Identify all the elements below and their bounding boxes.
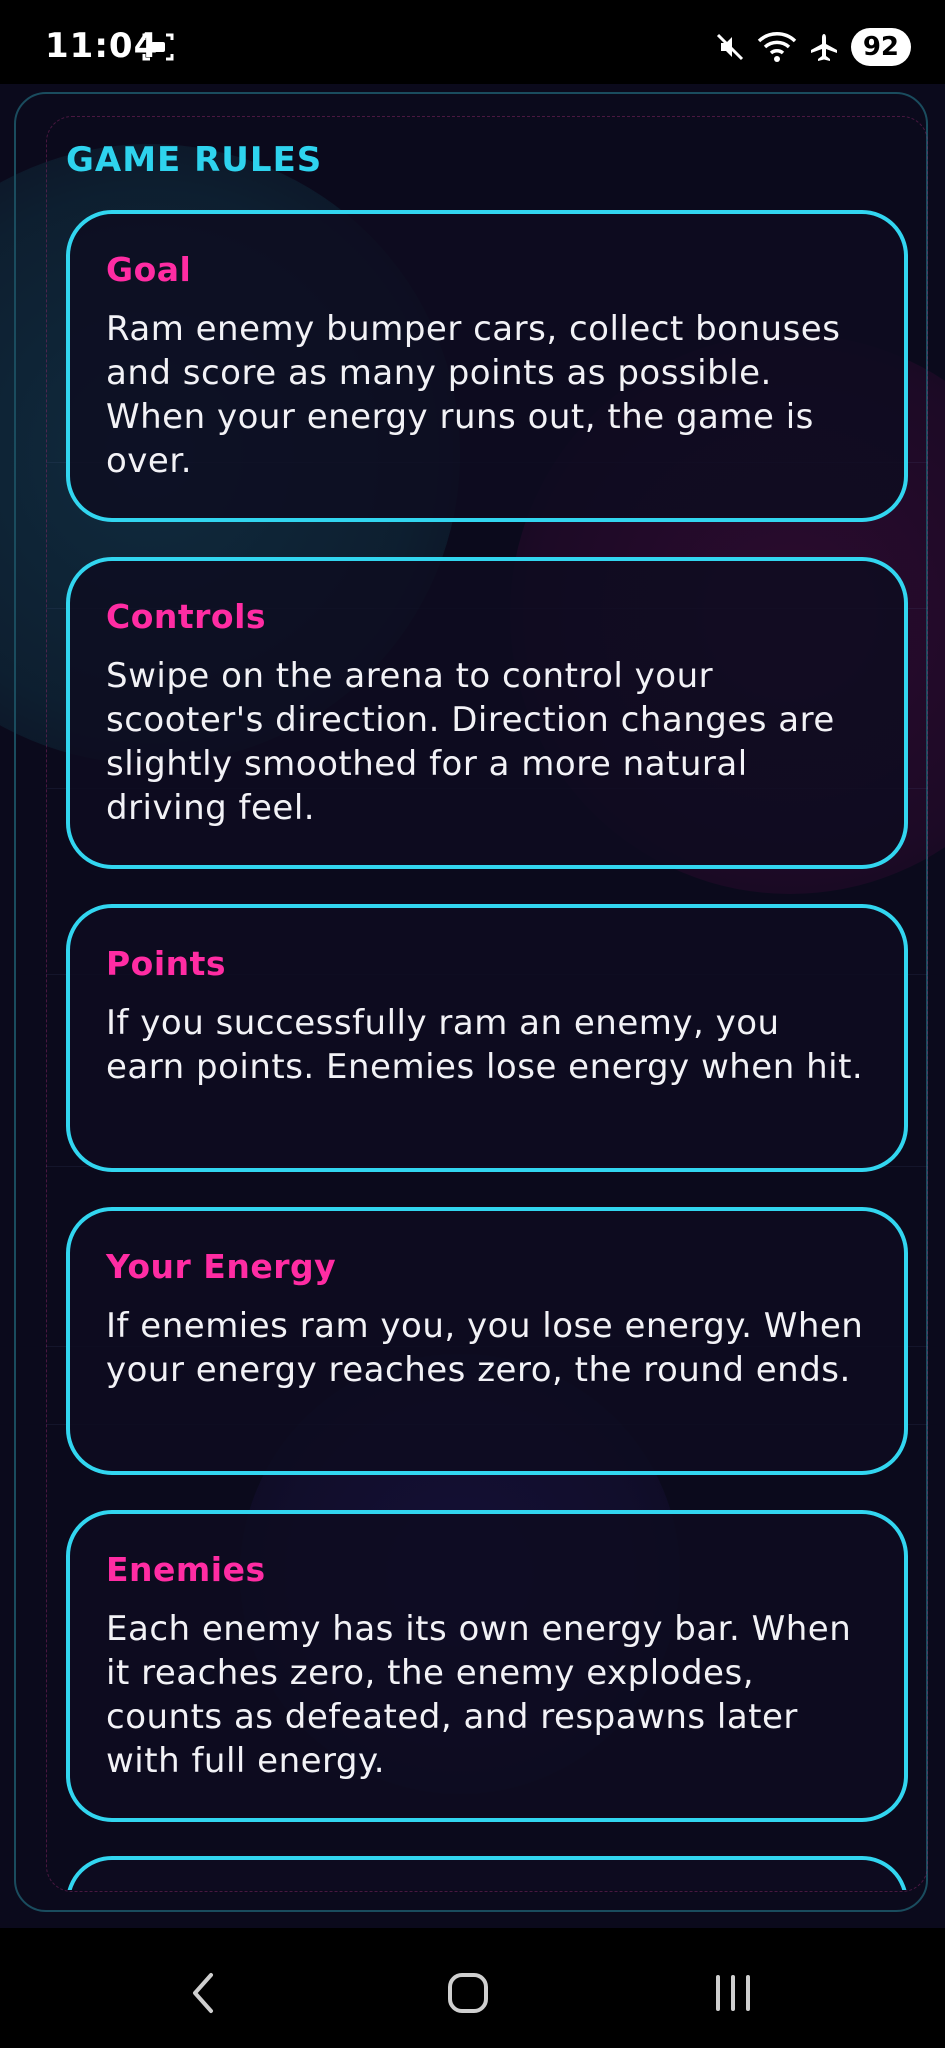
- rule-card-text: Each enemy has its own energy bar. When …: [106, 1609, 852, 1781]
- rule-card-text: If enemies ram you, you lose energy. Whe…: [106, 1306, 864, 1390]
- navigation-bar: [0, 1928, 945, 2048]
- status-bar: 11:04 92: [0, 0, 945, 84]
- rule-card-controls: Controls Swipe on the arena to control y…: [66, 557, 908, 869]
- recents-icon[interactable]: [703, 1963, 763, 2023]
- game-rules-screen: GAME RULES Goal Ram enemy bumper cars, c…: [0, 84, 945, 1928]
- rule-card-goal: Goal Ram enemy bumper cars, collect bonu…: [66, 210, 908, 522]
- rule-card-text: Ram enemy bumper cars, collect bonuses a…: [106, 309, 841, 481]
- rules-scroll-area[interactable]: Goal Ram enemy bumper cars, collect bonu…: [16, 94, 945, 1890]
- rules-panel: GAME RULES Goal Ram enemy bumper cars, c…: [14, 92, 928, 1912]
- screenshot-icon: [142, 33, 174, 61]
- rule-card-title: Enemies: [106, 1550, 266, 1589]
- rule-card-title: Your Energy: [106, 1247, 337, 1286]
- wifi-icon: [757, 32, 797, 62]
- rule-card-title: Controls: [106, 597, 267, 636]
- mute-icon: [716, 33, 743, 61]
- rule-card-points: Points If you successfully ram an enemy,…: [66, 904, 908, 1172]
- home-icon[interactable]: [438, 1963, 498, 2023]
- rule-card-text: Swipe on the arena to control your scoot…: [106, 656, 835, 828]
- rule-card-title: Goal: [106, 250, 192, 289]
- rule-card-partial: [66, 1856, 908, 1890]
- airplane-mode-icon: [810, 34, 837, 61]
- rule-card-your-energy: Your Energy If enemies ram you, you lose…: [66, 1207, 908, 1475]
- rule-card-title: Points: [106, 944, 227, 983]
- rule-card-enemies: Enemies Each enemy has its own energy ba…: [66, 1510, 908, 1822]
- back-icon[interactable]: [175, 1963, 235, 2023]
- rule-card-text: If you successfully ram an enemy, you ea…: [106, 1003, 864, 1087]
- battery-indicator: 92: [850, 28, 911, 66]
